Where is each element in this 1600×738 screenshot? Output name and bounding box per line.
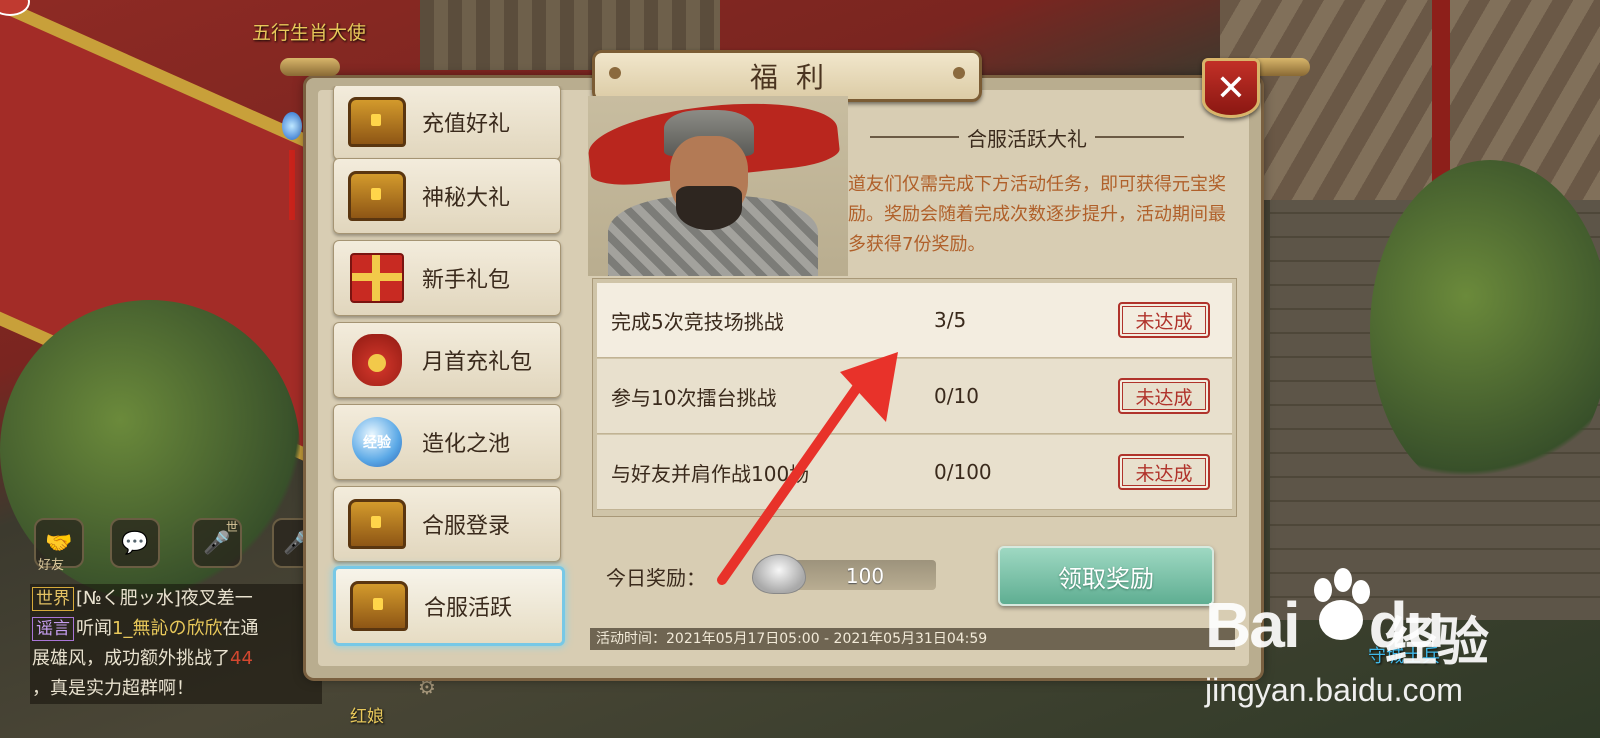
rivet-icon bbox=[953, 67, 965, 79]
task-name: 参与10次擂台挑战 bbox=[611, 385, 777, 410]
menu-item-merge-login[interactable]: 合服登录 bbox=[333, 486, 561, 562]
chat-text: 展雄风，成功额外挑战了 bbox=[32, 648, 230, 669]
panel-corner-ornament bbox=[280, 58, 340, 76]
chat-text: [№く肥ッ水]夜叉差一 bbox=[76, 588, 253, 609]
menu-item-first-recharge[interactable]: 月首充礼包 bbox=[333, 322, 561, 398]
player-name[interactable]: 1_無訫の欣欣 bbox=[112, 618, 222, 639]
task-list[interactable]: 完成5次竞技场挑战 3/5 未达成 参与10次擂台挑战 0/10 未达成 与好友… bbox=[592, 278, 1237, 517]
chat-text: ，真是实力超群啊！ bbox=[32, 678, 194, 699]
orb-icon bbox=[282, 112, 302, 140]
task-progress: 0/100 bbox=[934, 460, 992, 484]
reward-value: 100 bbox=[845, 564, 885, 588]
close-button[interactable]: ✕ bbox=[1202, 58, 1260, 118]
silver-ingot-icon bbox=[752, 554, 806, 594]
menu-item-creation-pool[interactable]: 经验 造化之池 bbox=[333, 404, 561, 480]
menu-item-label: 月首充礼包 bbox=[422, 350, 533, 375]
panel-title: 福利 bbox=[749, 61, 842, 94]
chat-button[interactable]: 💬 bbox=[110, 518, 160, 568]
gift-box-icon bbox=[348, 249, 406, 307]
chat-text: 在通 bbox=[222, 618, 259, 639]
status-stamp: 未达成 bbox=[1118, 302, 1210, 338]
task-row[interactable]: 与好友并肩作战100场 0/100 未达成 bbox=[597, 435, 1232, 510]
panel-title-plate: 福利 bbox=[592, 50, 982, 102]
status-stamp: 未达成 bbox=[1118, 454, 1210, 490]
chest-icon bbox=[350, 577, 408, 635]
menu-item-label: 新手礼包 bbox=[422, 268, 511, 293]
chat-box[interactable]: 世界 [№く肥ッ水]夜叉差一 谣言 听闻1_無訫の欣欣在通 展雄风，成功额外挑战了4… bbox=[30, 584, 322, 704]
tassel-decoration bbox=[289, 150, 295, 220]
chat-number: 44 bbox=[230, 648, 253, 669]
npc-name-matchmaker[interactable]: 红娘 bbox=[350, 702, 384, 727]
menu-item-label: 合服登录 bbox=[422, 514, 511, 539]
watermark-url: jingyan.baidu.com bbox=[1205, 672, 1463, 708]
event-description: 道友们仅需完成下方活动任务，即可获得元宝奖励。奖励会随着完成次数逐步提升，活动期… bbox=[848, 174, 1226, 255]
menu-item-label: 神秘大礼 bbox=[422, 186, 511, 211]
status-stamp: 未达成 bbox=[1118, 378, 1210, 414]
npc-name-top[interactable]: 五行生肖大使 bbox=[252, 18, 366, 45]
chat-text: 听闻 bbox=[76, 618, 112, 639]
today-reward-label: 今日奖励： bbox=[606, 566, 706, 590]
friend-label: 好友 bbox=[38, 558, 65, 573]
menu-item-label: 合服活跃 bbox=[424, 596, 513, 621]
divider bbox=[1095, 136, 1184, 138]
rivet-icon bbox=[609, 67, 621, 79]
chat-line: 谣言 听闻1_無訫の欣欣在通 bbox=[32, 614, 322, 644]
menu-item-mystery-gift[interactable]: 神秘大礼 bbox=[333, 158, 561, 234]
hero-portrait bbox=[588, 96, 848, 276]
task-progress: 0/10 bbox=[934, 384, 979, 408]
exp-orb-icon: 经验 bbox=[348, 413, 406, 471]
world-voice-sup: 世 bbox=[226, 520, 239, 534]
chat-bubble-icon: 💬 bbox=[121, 530, 149, 556]
handshake-icon: 🤝 bbox=[45, 530, 73, 556]
close-icon: ✕ bbox=[1215, 67, 1247, 109]
task-row[interactable]: 完成5次竞技场挑战 3/5 未达成 bbox=[597, 283, 1232, 358]
paw-icon bbox=[1314, 568, 1370, 640]
gear-icon[interactable]: ⚙ bbox=[418, 675, 436, 699]
task-name: 与好友并肩作战100场 bbox=[611, 461, 810, 486]
welfare-menu: 充值好礼 神秘大礼 新手礼包 月首充礼包 经验 造化之池 合服登录 合服活跃 bbox=[318, 86, 576, 656]
chat-line: ，真是实力超群啊！ bbox=[32, 674, 322, 704]
channel-tag-world: 世界 bbox=[32, 587, 74, 611]
claim-reward-button[interactable]: 领取奖励 bbox=[998, 546, 1214, 606]
task-progress: 3/5 bbox=[934, 308, 967, 332]
chat-line: 世界 [№く肥ッ水]夜叉差一 bbox=[32, 584, 322, 614]
chest-icon bbox=[348, 93, 406, 151]
exp-orb-text: 经验 bbox=[352, 417, 402, 467]
willow-tree bbox=[1370, 160, 1600, 500]
divider bbox=[870, 136, 959, 138]
section-subtitle: 合服活跃大礼 bbox=[862, 122, 1192, 152]
menu-item-label: 充值好礼 bbox=[422, 112, 511, 137]
treasure-chest-icon bbox=[348, 167, 406, 225]
menu-item-merge-active[interactable]: 合服活跃 bbox=[333, 566, 565, 646]
watermark-text: 经验 bbox=[1385, 613, 1490, 673]
chat-line: 展雄风，成功额外挑战了44 bbox=[32, 644, 322, 674]
task-row[interactable]: 参与10次擂台挑战 0/10 未达成 bbox=[597, 359, 1232, 434]
money-bag-icon bbox=[348, 331, 406, 389]
menu-item-label: 造化之池 bbox=[422, 432, 511, 457]
chest-icon bbox=[348, 495, 406, 553]
channel-tag-rumor: 谣言 bbox=[32, 617, 74, 641]
menu-item-recharge-gift[interactable]: 充值好礼 bbox=[333, 86, 561, 160]
baidu-watermark: Bai du 经验 jingyan.baidu.com bbox=[1205, 568, 1595, 718]
building-roof bbox=[1220, 0, 1600, 200]
subtitle-text: 合服活跃大礼 bbox=[967, 126, 1087, 151]
activity-time: 活动时间：2021年05月17日05:00 - 2021年05月31日04:59 bbox=[590, 628, 1235, 650]
menu-item-newbie-pack[interactable]: 新手礼包 bbox=[333, 240, 561, 316]
task-name: 完成5次竞技场挑战 bbox=[611, 309, 784, 334]
